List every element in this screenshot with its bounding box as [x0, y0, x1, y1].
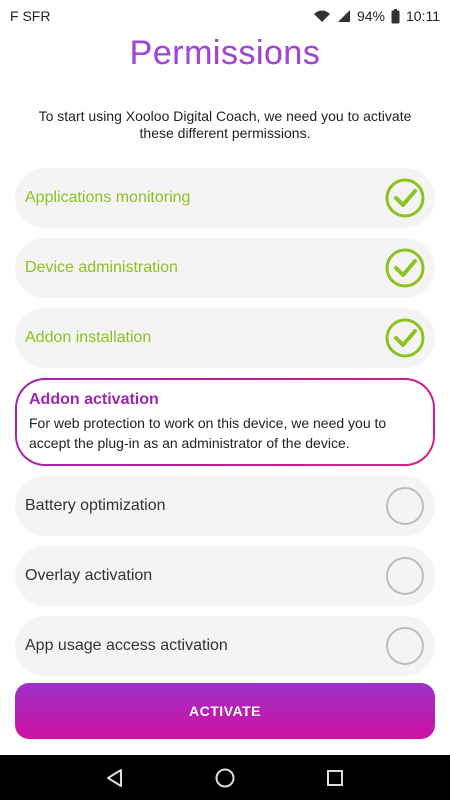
check-circle-icon	[385, 248, 425, 288]
permission-overlay-activation[interactable]: Overlay activation	[15, 546, 435, 606]
clock: 10:11	[406, 8, 440, 24]
status-bar: F SFR 94% 10:11	[0, 0, 450, 32]
permission-label: Battery optimization	[25, 497, 166, 514]
signal-icon	[337, 9, 351, 23]
check-circle-icon	[385, 318, 425, 358]
carrier-label: F SFR	[10, 8, 51, 24]
permission-label: Addon installation	[25, 329, 152, 346]
permission-addon-activation[interactable]: Addon activation For web protection to w…	[15, 378, 435, 466]
page-title: Permissions	[0, 34, 450, 73]
battery-percent: 94%	[356, 8, 385, 24]
permission-label: Overlay activation	[25, 567, 153, 584]
permission-addon-installation[interactable]: Addon installation	[15, 308, 435, 368]
home-circle-icon[interactable]	[214, 767, 236, 789]
intro-text: To start using Xooloo Digital Coach, we …	[38, 108, 412, 141]
navigation-bar	[0, 755, 450, 800]
recent-square-icon[interactable]	[324, 767, 346, 789]
permission-label: App usage access activation	[25, 637, 228, 654]
permission-battery-optimization[interactable]: Battery optimization	[15, 476, 435, 536]
status-icons: 94% 10:11	[313, 8, 440, 24]
empty-circle-icon	[385, 626, 425, 666]
check-circle-icon	[385, 178, 425, 218]
permission-list: Applications monitoring Device administr…	[15, 168, 435, 686]
permission-device-administration[interactable]: Device administration	[15, 238, 435, 298]
back-triangle-icon[interactable]	[104, 767, 126, 789]
wifi-icon	[313, 9, 331, 23]
permission-label: Device administration	[25, 259, 178, 276]
permission-label: Applications monitoring	[25, 189, 191, 206]
empty-circle-icon	[385, 486, 425, 526]
permission-label: Addon activation	[29, 391, 159, 408]
permission-app-usage-access[interactable]: App usage access activation	[15, 616, 435, 676]
permission-applications-monitoring[interactable]: Applications monitoring	[15, 168, 435, 228]
activate-button[interactable]: ACTIVATE	[15, 683, 435, 739]
permission-description: For web protection to work on this devic…	[29, 415, 387, 451]
empty-circle-icon	[385, 556, 425, 596]
battery-icon	[391, 8, 400, 24]
